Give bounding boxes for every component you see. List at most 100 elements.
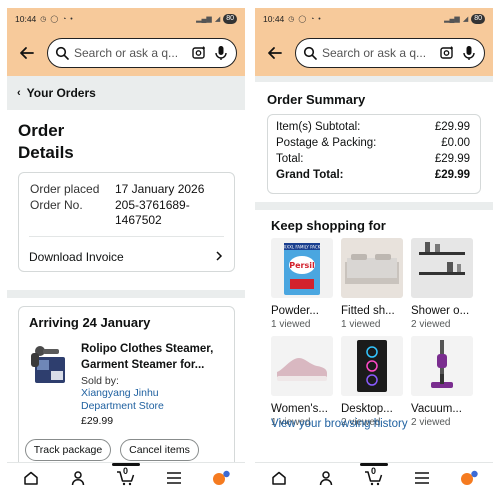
order-placed-label: Order placed [30, 182, 100, 196]
notification-icons: ◷ ◯ ◔ • [288, 16, 322, 23]
order-summary-card: Item(s) Subtotal: £29.99 Postage & Packi… [267, 114, 481, 194]
menu-icon[interactable] [407, 465, 437, 491]
product-name-line2: Garment Steamer for... [81, 359, 205, 371]
microphone-icon[interactable] [460, 44, 478, 62]
track-package-button[interactable]: Track package [25, 439, 111, 461]
summary-amount: £29.99 [434, 121, 470, 133]
summary-row: Item(s) Subtotal: £29.99 [276, 121, 470, 136]
product-price: £29.99 [81, 415, 114, 427]
summary-label: Item(s) Subtotal: [276, 121, 361, 133]
menu-icon[interactable] [159, 465, 189, 491]
keep-shopping-item[interactable]: Shower o... 2 viewed [411, 238, 473, 330]
rufus-assistant-icon[interactable] [454, 465, 484, 491]
notification-icons: ◷ ◯ ◔ • [40, 16, 74, 23]
search-bar[interactable]: Search or ask a q... [295, 38, 485, 68]
camera-search-icon[interactable] [190, 44, 208, 62]
item-name: Fitted sh... [341, 305, 395, 317]
keep-shopping-item[interactable]: XXXL FAMILY PACK Persil Powder... 1 view… [271, 238, 333, 330]
home-icon[interactable] [264, 465, 294, 491]
camera-search-icon[interactable] [438, 44, 456, 62]
product-name[interactable]: Rolipo Clothes Steamer, Garment Steamer … [81, 341, 228, 373]
order-summary-content: Order Summary Item(s) Subtotal: £29.99 P… [255, 76, 493, 462]
summary-label: Postage & Packing: [276, 137, 377, 149]
breadcrumb[interactable]: ‹ Your Orders [7, 76, 245, 110]
summary-amount: £0.00 [441, 137, 470, 149]
summary-label: Grand Total: [276, 169, 344, 181]
microphone-icon[interactable] [212, 44, 230, 62]
vacuum-product-image [411, 336, 473, 396]
page-title-line1: Order [18, 121, 65, 140]
persil-brand: Persil [289, 261, 315, 270]
keep-shopping-item[interactable]: Desktop... 2 viewed [341, 336, 403, 428]
rufus-assistant-icon[interactable] [206, 465, 236, 491]
seller-line2: Department Store [81, 400, 164, 412]
summary-row: Postage & Packing: £0.00 [276, 137, 470, 152]
chevron-left-icon: ‹ [17, 87, 21, 99]
browsing-history-link[interactable]: View your browsing history [271, 418, 408, 430]
cancel-items-button[interactable]: Cancel items [120, 439, 199, 461]
seller-line1: Xiangyang Jinhu [81, 387, 159, 399]
summary-amount: £29.99 [434, 169, 470, 181]
keep-shopping-item[interactable]: Women's... 1 viewed [271, 336, 333, 428]
screenshot-frame: 10:44 ◷ ◯ ◔ • ▂▄▆ ◢ 80 Search or ask a q… [0, 0, 500, 500]
account-icon[interactable] [311, 465, 341, 491]
battery-icon: 80 [223, 14, 237, 24]
phone-screen-order-details: 10:44 ◷ ◯ ◔ • ▂▄▆ ◢ 80 Search or ask a q… [7, 8, 245, 492]
order-summary-section: Order Summary Item(s) Subtotal: £29.99 P… [255, 82, 493, 202]
item-name: Powder... [271, 305, 319, 317]
detergent-product-image: XXXL FAMILY PACK Persil [271, 238, 333, 298]
grand-total-row: Grand Total: £29.99 [276, 169, 470, 184]
order-number-value-line2: 1467502 [115, 213, 162, 227]
search-input[interactable]: Search or ask a q... [322, 46, 434, 60]
home-icon[interactable] [16, 465, 46, 491]
detergent-banner: XXXL FAMILY PACK [284, 245, 321, 250]
phone-screen-order-summary: 10:44 ◷ ◯ ◔ • ▂▄▆ ◢ 80 Search or ask a q… [255, 8, 493, 492]
account-icon[interactable] [63, 465, 93, 491]
order-number-label: Order No. [30, 198, 83, 212]
signal-icons: ▂▄▆ ◢ 80 [196, 14, 237, 24]
search-icon [302, 45, 318, 61]
app-header: Search or ask a q... [7, 30, 245, 76]
order-summary-title: Order Summary [267, 92, 366, 107]
order-number-value-line1: 205-3761689- [115, 198, 190, 212]
search-bar[interactable]: Search or ask a q... [47, 38, 237, 68]
bottom-navigation: 0 [255, 462, 493, 492]
item-viewed-count: 2 viewed [411, 319, 451, 330]
keep-shopping-item[interactable]: Vacuum... 2 viewed [411, 336, 473, 428]
divider [29, 236, 224, 237]
section-separator [7, 290, 245, 298]
sold-by-label: Sold by: [81, 375, 119, 387]
item-name: Women's... [271, 403, 328, 415]
steamer-product-image[interactable] [29, 343, 69, 387]
download-invoice-row[interactable]: Download Invoice [29, 246, 223, 268]
cart-icon[interactable]: 0 [359, 465, 389, 491]
cart-count: 0 [122, 465, 128, 476]
signal-icons: ▂▄▆ ◢ 80 [444, 14, 485, 24]
chevron-right-icon [215, 250, 223, 264]
cart-icon[interactable]: 0 [111, 465, 141, 491]
summary-row: Total: £29.99 [276, 153, 470, 168]
item-viewed-count: 1 viewed [341, 319, 381, 330]
back-arrow-icon[interactable] [15, 41, 39, 65]
arrival-title: Arriving 24 January [29, 315, 151, 330]
product-name-line1: Rolipo Clothes Steamer, [81, 343, 214, 355]
back-arrow-icon[interactable] [263, 41, 287, 65]
order-details-content: Order Details Order placed 17 January 20… [7, 110, 245, 476]
item-name: Desktop... [341, 403, 393, 415]
seller-link[interactable]: Xiangyang Jinhu Department Store [81, 387, 164, 413]
shipment-card: Arriving 24 January Rolipo Clothes Steam… [18, 306, 235, 476]
keep-shopping-item[interactable]: Fitted sh... 1 viewed [341, 238, 403, 330]
status-time: 10:44 [263, 14, 285, 24]
battery-icon: 80 [471, 14, 485, 24]
item-name: Vacuum... [411, 403, 462, 415]
search-input[interactable]: Search or ask a q... [74, 46, 186, 60]
shower-organizer-product-image [411, 238, 473, 298]
page-title-line2: Details [18, 143, 74, 162]
status-bar: 10:44 ◷ ◯ ◔ • ▂▄▆ ◢ 80 [255, 8, 493, 30]
desktop-pc-product-image [341, 336, 403, 396]
search-icon [54, 45, 70, 61]
fitted-sheet-product-image [341, 238, 403, 298]
bottom-navigation: 0 [7, 462, 245, 492]
keep-shopping-section: Keep shopping for XXXL FAMILY PACK Persi… [255, 210, 493, 462]
signal-icon: ◢ [214, 16, 221, 23]
